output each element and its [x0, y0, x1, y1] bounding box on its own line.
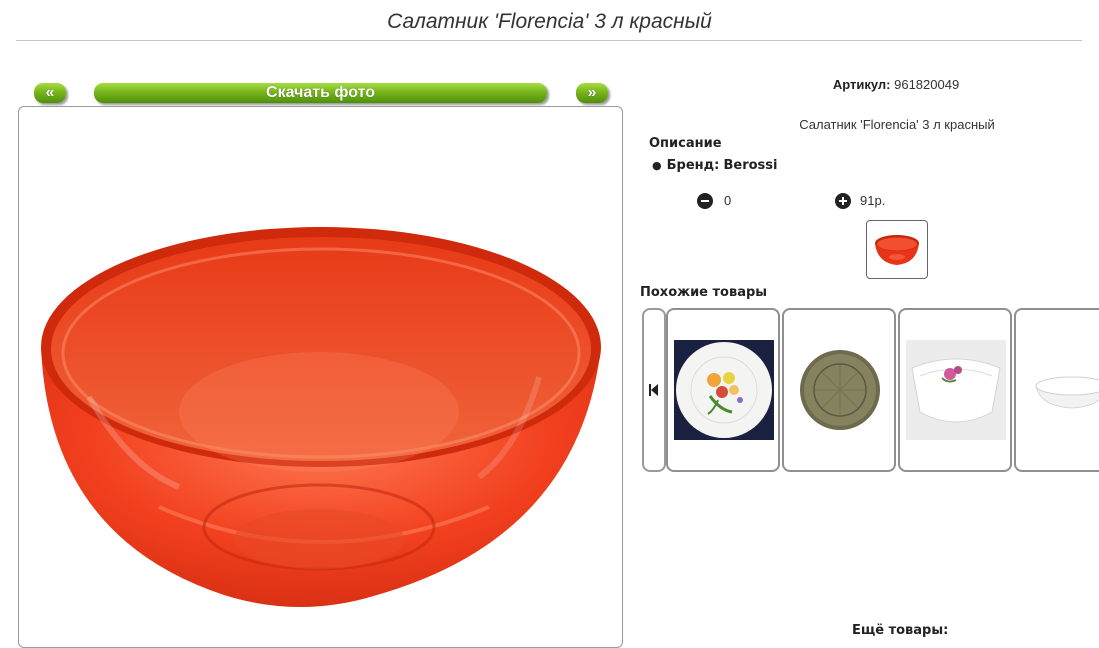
decrease-quantity-icon[interactable]: [697, 193, 713, 209]
increase-quantity-icon[interactable]: [835, 193, 851, 209]
similar-products-heading: Похожие товары: [640, 285, 768, 300]
product-photo-frame: [18, 106, 623, 648]
page-title: Салатник 'Florencia' 3 л красный: [387, 10, 712, 33]
product-thumbnail[interactable]: [866, 220, 928, 279]
brand-line: ● Бренд: Berossi: [652, 158, 777, 173]
article-label: Артикул:: [832, 77, 891, 92]
similar-item-3[interactable]: [898, 308, 1012, 472]
smoky-glass-plate-image: [790, 340, 890, 440]
similar-item-4[interactable]: [1014, 308, 1099, 472]
similar-item-1[interactable]: [666, 308, 780, 472]
carousel-first-button[interactable]: [642, 308, 666, 472]
square-floral-bowl-image: [906, 340, 1006, 440]
brand-label: Бренд:: [666, 158, 720, 173]
prev-photo-button[interactable]: «: [34, 83, 66, 103]
floral-plate-image: [674, 340, 774, 440]
red-bowl-thumbnail-image: [875, 235, 919, 265]
article-number: Артикул: 961820049: [640, 77, 1099, 92]
white-bowl-image: [1022, 340, 1099, 440]
price: 91р.: [860, 193, 886, 208]
similar-item-2[interactable]: [782, 308, 896, 472]
quantity-value: 0: [724, 193, 732, 208]
next-photo-button[interactable]: »: [576, 83, 608, 103]
article-value: 961820049: [894, 77, 960, 92]
skip-back-icon: [649, 384, 658, 396]
brand-value: Berossi: [723, 158, 778, 173]
title-divider: [16, 40, 1082, 41]
bullet-icon: ●: [652, 159, 662, 172]
download-photo-button[interactable]: Скачать фото: [94, 83, 547, 103]
red-bowl-image: [41, 227, 601, 607]
description-heading: Описание: [649, 136, 722, 151]
short-description: Салатник 'Florencia' 3 л красный: [799, 117, 995, 132]
more-products-heading: Ещё товары:: [852, 623, 949, 638]
